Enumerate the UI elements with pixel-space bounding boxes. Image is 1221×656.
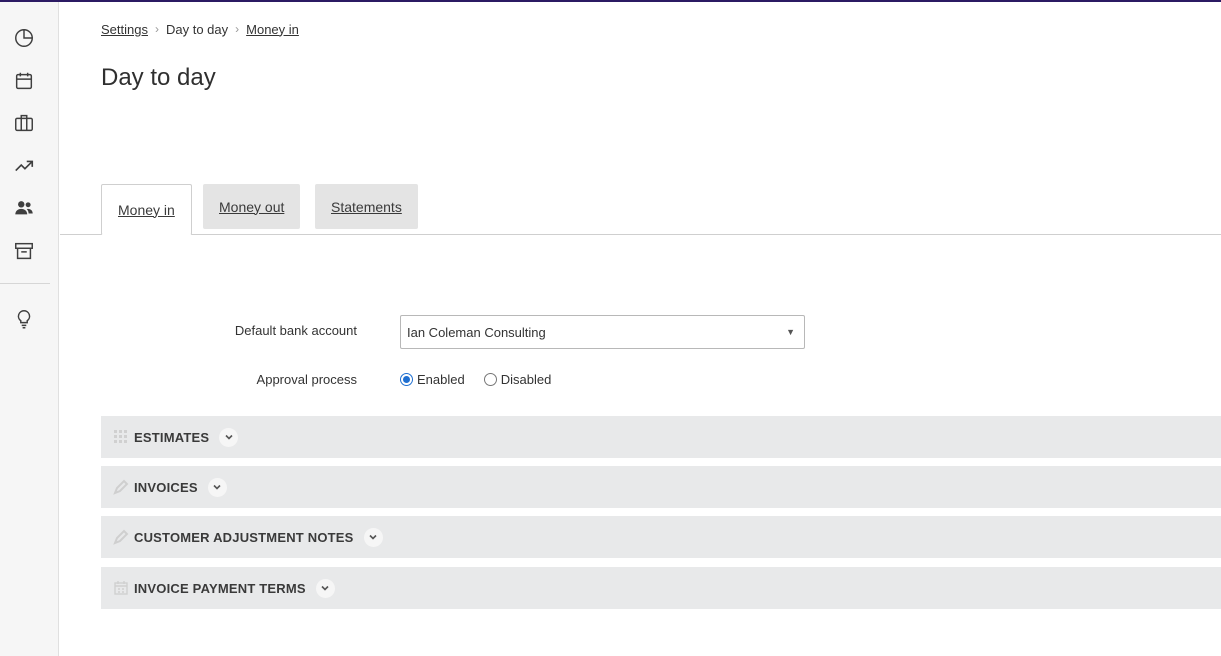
default-bank-account-label: Default bank account — [234, 323, 357, 338]
section-invoices-label: INVOICES — [134, 479, 198, 495]
sidebar — [0, 2, 59, 656]
tabs-baseline — [60, 234, 1221, 235]
breadcrumb-separator: › — [154, 22, 159, 36]
breadcrumb-day-to-day: Day to day — [165, 21, 229, 37]
trending-up-icon[interactable] — [12, 154, 36, 178]
chevron-down-icon[interactable] — [363, 527, 383, 547]
breadcrumb-money-in[interactable]: Money in — [246, 22, 299, 37]
chevron-down-icon[interactable] — [207, 477, 227, 497]
section-estimates-label: ESTIMATES — [134, 429, 210, 445]
section-customer-adjustment-notes[interactable]: CUSTOMER ADJUSTMENT NOTES — [101, 516, 1221, 558]
tab-statements[interactable]: Statements — [315, 184, 418, 229]
approval-disabled-label[interactable]: Disabled — [501, 372, 552, 387]
pie-chart-icon[interactable] — [12, 26, 36, 50]
breadcrumb: Settings › Day to day › Money in — [101, 20, 299, 38]
breadcrumb-separator: › — [235, 22, 240, 36]
page-title: Day to day — [101, 64, 216, 91]
archive-icon[interactable] — [12, 239, 36, 263]
lightbulb-icon[interactable] — [12, 307, 36, 331]
breadcrumb-settings[interactable]: Settings — [101, 22, 148, 37]
approval-process-radio-group: Enabled Disabled — [400, 372, 570, 387]
tab-money-in[interactable]: Money in — [101, 184, 192, 235]
calendar-icon[interactable] — [12, 69, 36, 93]
approval-enabled-radio[interactable] — [400, 373, 413, 386]
section-customer-adjustment-notes-label: CUSTOMER ADJUSTMENT NOTES — [134, 529, 354, 545]
section-invoice-payment-terms[interactable]: INVOICE PAYMENT TERMS — [101, 567, 1221, 609]
pencil-icon — [113, 529, 129, 545]
section-estimates[interactable]: ESTIMATES — [101, 416, 1221, 458]
section-invoice-payment-terms-label: INVOICE PAYMENT TERMS — [134, 580, 306, 596]
top-accent-bar — [0, 0, 1221, 2]
grid-icon — [113, 429, 129, 445]
pencil-icon — [113, 479, 129, 495]
briefcase-icon[interactable] — [12, 111, 36, 135]
calendar-icon — [113, 580, 129, 596]
approval-process-label: Approval process — [256, 372, 357, 387]
users-icon[interactable] — [12, 196, 36, 220]
chevron-down-icon[interactable] — [219, 427, 239, 447]
sidebar-divider — [0, 283, 50, 284]
default-bank-account-select[interactable]: Ian Coleman Consulting ▼ — [400, 315, 805, 349]
default-bank-account-value: Ian Coleman Consulting — [407, 324, 546, 340]
chevron-down-icon[interactable] — [315, 578, 335, 598]
approval-enabled-label[interactable]: Enabled — [417, 372, 465, 387]
approval-disabled-radio[interactable] — [483, 373, 497, 386]
caret-down-icon: ▼ — [786, 327, 795, 337]
tab-money-out[interactable]: Money out — [203, 184, 301, 229]
section-invoices[interactable]: INVOICES — [101, 466, 1221, 508]
